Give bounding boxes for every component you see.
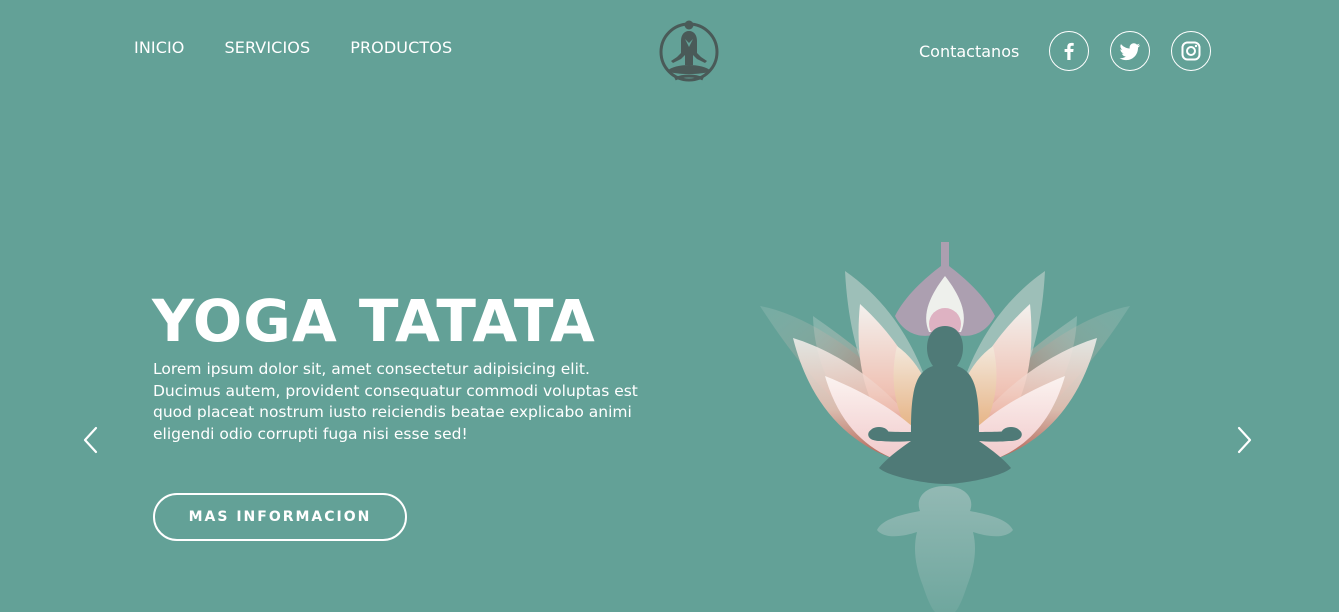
hero-description-line: eligendi odio corrupti fuga nisi esse se… <box>153 424 468 443</box>
meditation-logo-icon <box>659 20 719 82</box>
header-actions: Contactanos <box>919 31 1212 71</box>
hero-description-line: Lorem ipsum dolor sit, amet consectetur … <box>153 360 590 378</box>
instagram-icon <box>1181 41 1201 61</box>
facebook-button[interactable] <box>1049 31 1090 71</box>
facebook-icon <box>1064 42 1075 60</box>
hero-description: Lorem ipsum dolor sit, amet consectetur … <box>153 359 673 445</box>
contact-link[interactable]: Contactanos <box>919 42 1019 61</box>
nav-link-inicio[interactable]: INICIO <box>134 38 185 57</box>
instagram-button[interactable] <box>1171 31 1212 71</box>
carousel-next-arrow-icon[interactable] <box>1232 424 1256 456</box>
landing-page: INICIO SERVICIOS PRODUCTOS Contactanos Y… <box>0 0 1339 612</box>
twitter-button[interactable] <box>1110 31 1151 71</box>
main-nav: INICIO SERVICIOS PRODUCTOS <box>134 38 452 57</box>
twitter-icon <box>1119 43 1141 61</box>
hero-description-line: Ducimus autem, provident consequatur com… <box>153 381 638 400</box>
hero-title: YOGA TATATA <box>152 287 596 355</box>
carousel-prev-arrow-icon[interactable] <box>79 424 103 456</box>
yoga-logo[interactable] <box>657 17 721 85</box>
hero-description-line: quod placeat nostrum iusto reiciendis be… <box>153 403 632 421</box>
lotus-meditation-illustration <box>755 236 1135 612</box>
mas-informacion-button[interactable]: MAS INFORMACION <box>153 493 407 541</box>
nav-link-servicios[interactable]: SERVICIOS <box>225 38 311 57</box>
nav-link-productos[interactable]: PRODUCTOS <box>350 38 452 57</box>
